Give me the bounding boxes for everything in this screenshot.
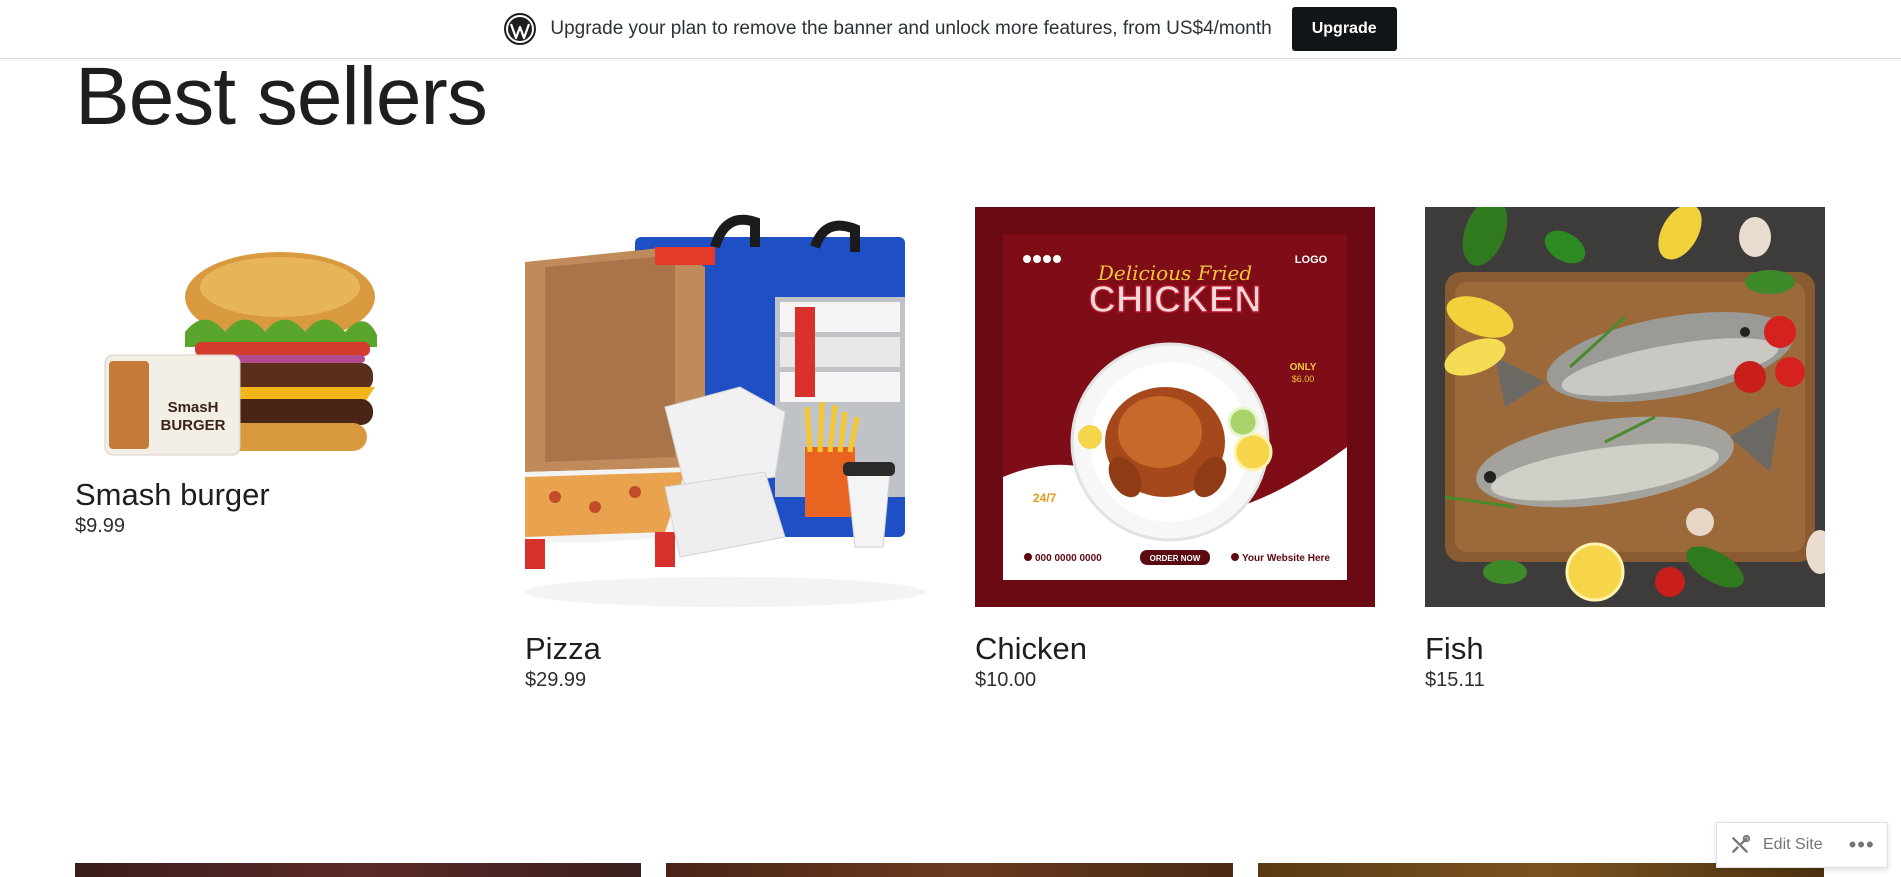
flyer-title: CHICKEN [1088,279,1261,321]
burger-illustration: SmasH BURGER [104,252,377,456]
featured-image-1[interactable] [75,863,641,877]
flyer-only: ONLY [1290,362,1317,373]
product-card-fish[interactable]: Fish $15.11 [1425,207,1825,692]
upgrade-banner: Upgrade your plan to remove the banner a… [0,0,1901,59]
burger-card-brand-top: SmasH [168,399,219,416]
product-name[interactable]: Pizza [525,631,925,667]
flyer-247: 24/7 [1033,491,1057,505]
product-name[interactable]: Chicken [975,631,1375,667]
product-card-pizza[interactable]: Pizza $29.99 [525,207,925,692]
edit-site-label[interactable]: Edit Site [1763,836,1823,854]
product-card-chicken[interactable]: LOGO Delicious Fried CHICKEN ONLY $6.00 … [975,207,1375,692]
product-image-chicken[interactable]: LOGO Delicious Fried CHICKEN ONLY $6.00 … [975,207,1375,607]
upgrade-button[interactable]: Upgrade [1291,7,1397,51]
product-price: $10.00 [975,668,1037,691]
page-title: Best sellers [75,51,488,142]
flyer-price: $6.00 [1292,374,1315,384]
product-price: $9.99 [75,514,126,537]
product-name[interactable]: Fish [1425,631,1825,667]
flyer-order-now: ORDER NOW [1150,554,1201,563]
featured-image-2[interactable] [666,863,1233,877]
more-options-icon[interactable]: ••• [1849,832,1875,858]
product-price: $29.99 [525,668,587,691]
edit-site-button[interactable]: Edit Site ••• [1716,822,1888,868]
banner-text: Upgrade your plan to remove the banner a… [550,18,1272,39]
burger-card-brand-bottom: BURGER [160,417,225,434]
fish-board-illustration [1425,207,1825,607]
product-price: $15.11 [1425,668,1485,691]
product-image-fish[interactable] [1425,207,1825,607]
flyer-phone: 000 0000 0000 [1035,553,1102,564]
product-image-pizza[interactable] [525,207,925,607]
wordpress-logo-icon [504,13,537,45]
flyer-website: Your Website Here [1242,553,1330,564]
tools-icon [1731,834,1751,854]
product-image-smash-burger[interactable]: SmasH BURGER [75,207,475,477]
flyer-logo-text: LOGO [1295,254,1328,266]
pizza-delivery-illustration [525,207,925,607]
chicken-flyer-illustration: LOGO Delicious Fried CHICKEN ONLY $6.00 … [975,207,1375,607]
product-card-smash-burger[interactable]: SmasH BURGER Smash burger $9.99 [75,207,475,538]
product-name[interactable]: Smash burger [75,477,475,513]
